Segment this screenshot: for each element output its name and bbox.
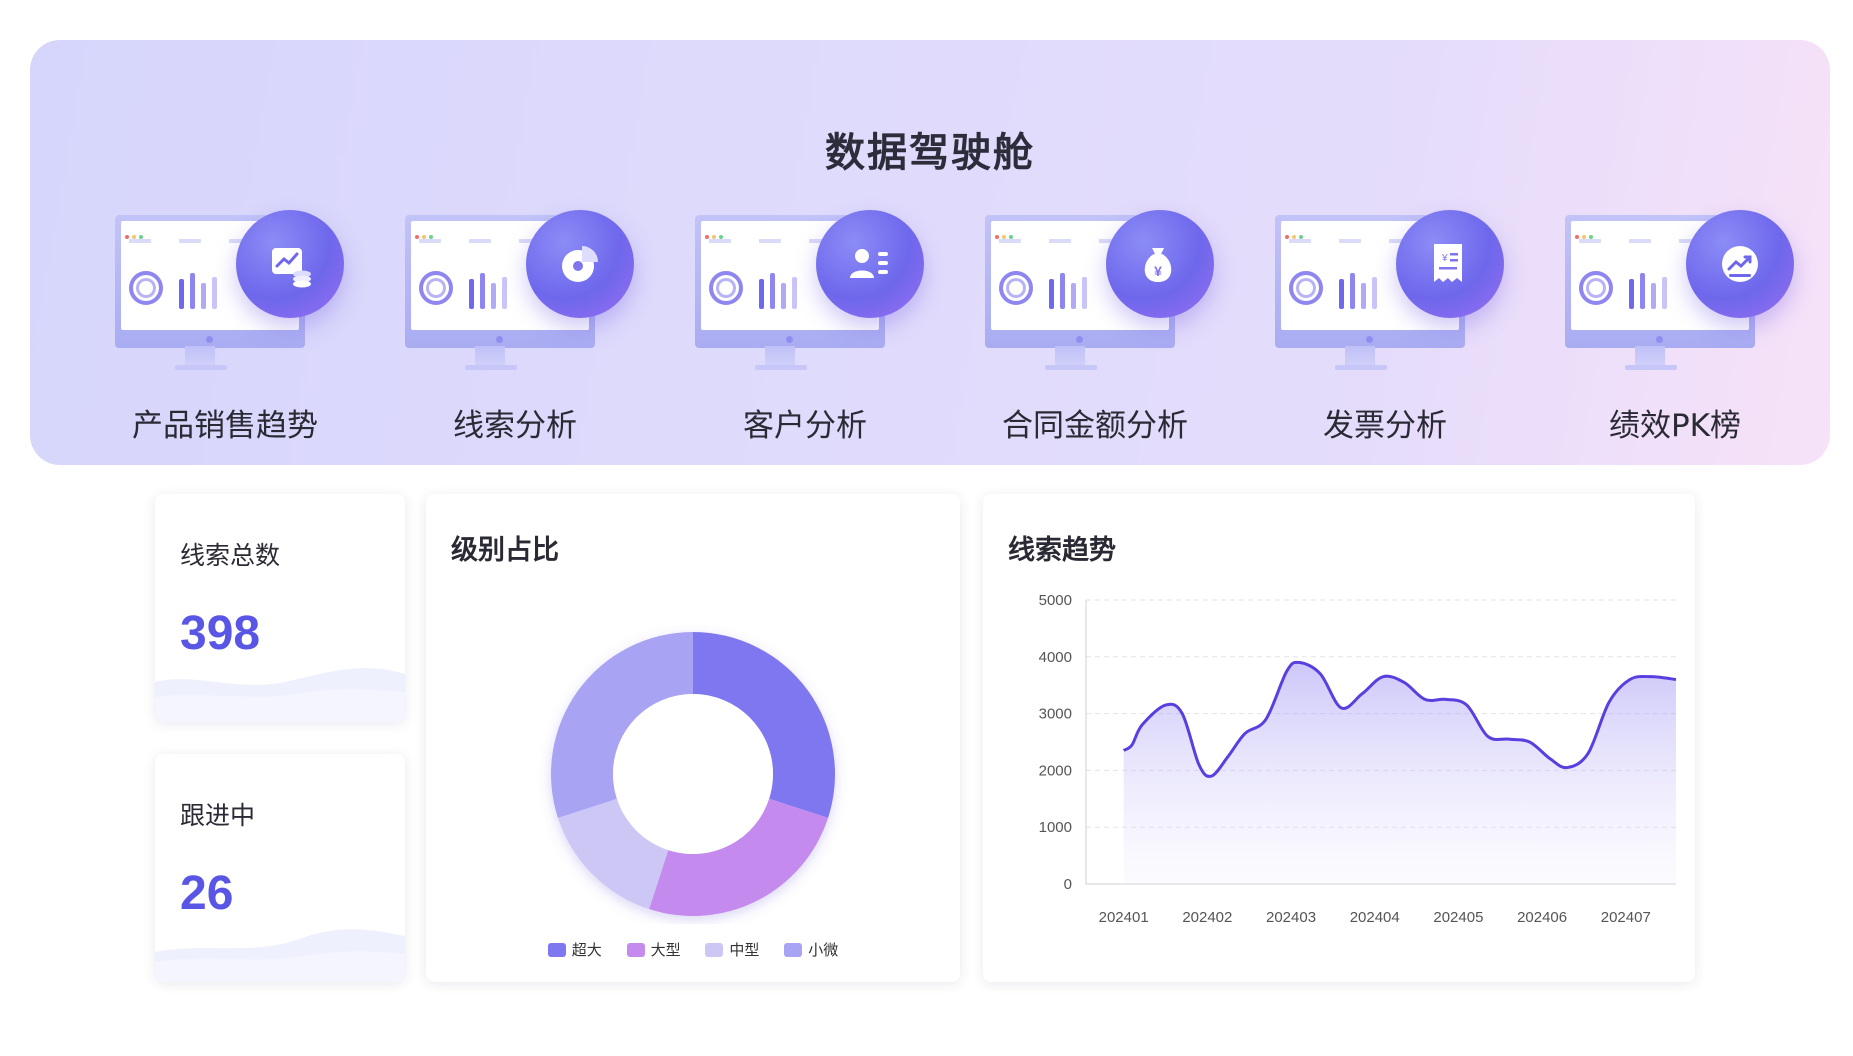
trend-area — [1123, 662, 1676, 884]
y-tick-label: 2000 — [1039, 762, 1072, 779]
module-label: 发票分析 — [1323, 408, 1447, 444]
module-label: 线索分析 — [453, 408, 577, 444]
legend-label: 大型 — [650, 941, 681, 959]
module-customer-card[interactable]: 客户分析 — [685, 210, 945, 460]
legend-swatch — [626, 943, 645, 957]
x-tick-label: 202403 — [1266, 909, 1316, 926]
chart-legend: 超大 大型 中型 小微 — [426, 939, 960, 960]
y-tick-label: 0 — [1064, 876, 1072, 893]
legend-item-extra-large[interactable]: 超大 — [547, 939, 602, 960]
x-tick-label: 202405 — [1433, 909, 1483, 926]
wave-decoration — [155, 668, 405, 722]
level-donut-chart — [551, 632, 835, 916]
legend-label: 中型 — [729, 941, 760, 959]
trend-chart-icon — [236, 210, 344, 318]
data-cockpit-banner: 数据驾驶舱 产品销售趋势 线索分析 客户分析 ¥ 合同金额分析 ¥ 发票分析 绩效PK榜 — [30, 40, 1830, 465]
y-tick-label: 4000 — [1039, 649, 1072, 666]
module-label: 合同金额分析 — [1002, 408, 1188, 444]
donut-hole — [613, 694, 773, 854]
legend-item-micro[interactable]: 小微 — [784, 939, 838, 960]
legend-swatch — [705, 943, 724, 957]
y-tick-label: 1000 — [1039, 819, 1072, 836]
module-trend-chart[interactable]: 产品销售趋势 — [105, 210, 365, 460]
legend-swatch — [547, 943, 566, 957]
x-tick-label: 202407 — [1601, 909, 1651, 926]
lead-trend-card: 线索趋势 0 1000 2000 3000 4000 5000 202401 202402 20… — [983, 494, 1695, 982]
svg-text:¥: ¥ — [1154, 263, 1162, 279]
module-invoice[interactable]: ¥ 发票分析 — [1265, 210, 1525, 460]
x-tick-label: 202404 — [1350, 909, 1400, 926]
money-bag-icon: ¥ — [1106, 210, 1214, 318]
legend-item-medium[interactable]: 中型 — [705, 939, 759, 960]
performance-trend-icon — [1686, 210, 1794, 318]
module-label: 客户分析 — [743, 408, 867, 444]
stat-title: 跟进中 — [180, 801, 256, 830]
x-tick-label: 202406 — [1517, 909, 1567, 926]
legend-item-large[interactable]: 大型 — [626, 939, 681, 960]
page-title: 数据驾驶舱 — [825, 130, 1035, 176]
module-pie-chart[interactable]: 线索分析 — [395, 210, 655, 460]
stat-title: 线索总数 — [180, 541, 281, 570]
x-tick-label: 202402 — [1182, 909, 1232, 926]
stat-card-total-leads[interactable]: 线索总数 398 — [155, 494, 405, 722]
y-tick-label: 3000 — [1039, 706, 1072, 723]
legend-label: 超大 — [571, 941, 602, 959]
y-tick-label: 5000 — [1039, 592, 1072, 609]
module-money-bag[interactable]: ¥ 合同金额分析 — [975, 210, 1235, 460]
level-ratio-card: 级别占比 超大 大型 中型 小微 — [426, 494, 960, 982]
wave-decoration — [155, 929, 405, 982]
legend-swatch — [784, 943, 803, 957]
lead-trend-chart: 0 1000 2000 3000 4000 5000 202401 202402 202403 2… — [1039, 592, 1677, 926]
legend-label: 小微 — [808, 941, 839, 959]
pie-chart-icon — [526, 210, 634, 318]
module-label: 绩效PK榜 — [1608, 408, 1742, 444]
invoice-icon: ¥ — [1396, 210, 1504, 318]
x-tick-label: 202401 — [1099, 909, 1149, 926]
module-performance-trend[interactable]: 绩效PK榜 — [1555, 210, 1815, 460]
svg-text:¥: ¥ — [1441, 253, 1448, 264]
stat-card-following[interactable]: 跟进中 26 — [155, 754, 405, 982]
module-label: 产品销售趋势 — [132, 408, 318, 444]
customer-card-icon — [816, 210, 924, 318]
